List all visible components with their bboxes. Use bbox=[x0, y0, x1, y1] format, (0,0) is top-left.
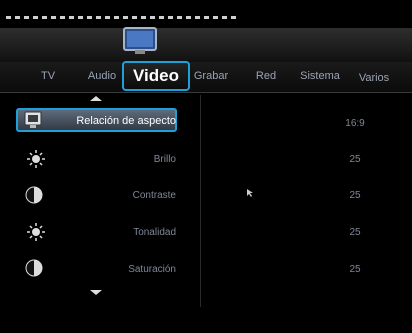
setting-label-aspect-ratio: Relación de aspecto bbox=[76, 115, 176, 127]
tab-grabar[interactable]: Grabar bbox=[194, 70, 228, 82]
tab-audio[interactable]: Audio bbox=[88, 70, 116, 82]
setting-value-aspect-ratio[interactable]: 16:9 bbox=[345, 118, 364, 129]
mouse-cursor-icon bbox=[247, 189, 253, 197]
setting-label-brightness[interactable]: Brillo bbox=[154, 154, 176, 165]
top-bar bbox=[0, 28, 412, 63]
tab-red[interactable]: Red bbox=[256, 70, 276, 82]
setting-value-contrast[interactable]: 25 bbox=[349, 190, 360, 201]
saturation-icon bbox=[25, 259, 43, 277]
setting-label-contrast[interactable]: Contraste bbox=[133, 190, 176, 201]
setting-value-brightness[interactable]: 25 bbox=[349, 154, 360, 165]
tab-tv[interactable]: TV bbox=[41, 70, 55, 82]
scroll-down-arrow-icon[interactable] bbox=[90, 290, 102, 295]
setting-label-hue[interactable]: Tonalidad bbox=[133, 227, 176, 238]
tab-video-label: Video bbox=[133, 66, 179, 85]
tv-icon bbox=[24, 111, 42, 128]
brightness-icon bbox=[27, 150, 45, 168]
setting-label-saturation[interactable]: Saturación bbox=[128, 264, 176, 275]
setting-value-saturation[interactable]: 25 bbox=[349, 264, 360, 275]
setting-value-hue[interactable]: 25 bbox=[349, 227, 360, 238]
monitor-icon bbox=[123, 27, 157, 54]
tab-varios[interactable]: Varios bbox=[359, 72, 389, 84]
contrast-icon bbox=[25, 186, 43, 204]
tab-video[interactable]: Video bbox=[122, 61, 190, 91]
title-placeholder-dashes bbox=[6, 16, 236, 19]
hue-icon bbox=[27, 223, 45, 241]
scroll-up-arrow-icon[interactable] bbox=[90, 96, 102, 101]
tab-sistema[interactable]: Sistema bbox=[300, 70, 340, 82]
